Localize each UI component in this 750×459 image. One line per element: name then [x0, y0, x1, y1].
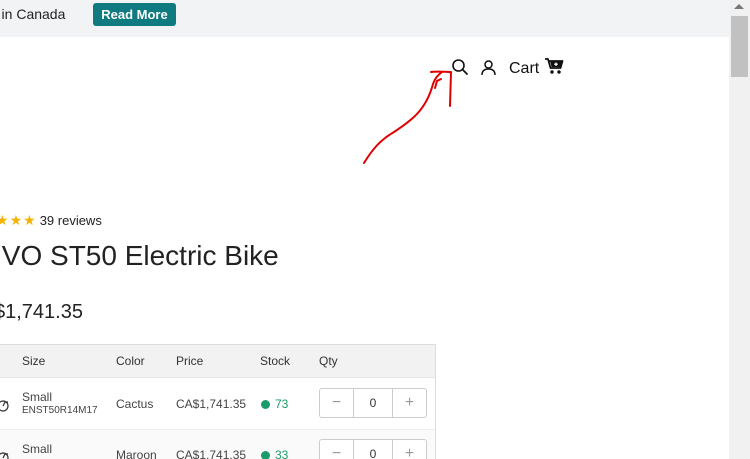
- review-count[interactable]: 39 reviews: [40, 213, 102, 228]
- quantity-stepper: − 0 +: [319, 388, 427, 418]
- quantity-input[interactable]: 0: [353, 389, 393, 417]
- star-icon: ★: [23, 212, 36, 228]
- table-header: Size Color Price Stock Qty: [0, 345, 435, 378]
- variant-size: Small: [22, 390, 53, 404]
- table-row: Small ENST50R14M17 Cactus CA$1,741.35 73…: [0, 378, 435, 429]
- quantity-stepper: − 0 +: [319, 439, 427, 459]
- variant-stock: 73: [261, 397, 288, 411]
- variant-color: Maroon: [116, 448, 157, 459]
- cart-label: Cart: [509, 59, 540, 77]
- star-icon: ★: [0, 212, 9, 228]
- increment-button[interactable]: +: [393, 389, 426, 417]
- column-header-price: Price: [176, 354, 204, 368]
- variant-price: CA$1,741.35: [176, 448, 247, 459]
- bicycle-icon: [0, 396, 11, 417]
- variant-color: Cactus: [116, 397, 154, 411]
- decrement-button[interactable]: −: [320, 440, 353, 459]
- product-price: $1,741.35: [0, 301, 83, 323]
- column-header-stock: Stock: [260, 354, 291, 368]
- shopping-cart-icon: [544, 57, 564, 80]
- cart-button[interactable]: Cart: [509, 57, 564, 80]
- variant-sku: ENST50R14M17: [22, 405, 98, 416]
- account-icon[interactable]: [480, 59, 497, 81]
- product-title: IVO ST50 Electric Bike: [0, 240, 279, 271]
- bicycle-icon: [0, 448, 11, 459]
- column-header-size: Size: [22, 354, 46, 368]
- search-icon[interactable]: [451, 58, 469, 81]
- in-stock-dot-icon: [261, 399, 270, 409]
- increment-button[interactable]: +: [393, 440, 426, 459]
- scroll-up-arrow-icon[interactable]: [734, 4, 744, 9]
- variant-price: CA$1,741.35: [176, 397, 247, 411]
- table-row: Small Maroon CA$1,741.35 33 − 0 +: [0, 429, 435, 459]
- quantity-input[interactable]: 0: [353, 440, 393, 459]
- stock-count: 33: [275, 448, 289, 459]
- rating[interactable]: ★ ★ ★ 39 reviews: [0, 212, 102, 229]
- column-header-color: Color: [116, 354, 145, 368]
- stock-count: 73: [275, 397, 289, 411]
- star-icon: ★: [9, 212, 23, 228]
- column-header-qty: Qty: [319, 354, 338, 368]
- scrollbar-thumb[interactable]: [731, 16, 748, 77]
- announcement-text: ry in Canada: [0, 6, 66, 22]
- decrement-button[interactable]: −: [320, 389, 353, 417]
- scrollbar[interactable]: [729, 0, 750, 459]
- announcement-bar: ry in Canada Read More: [0, 0, 729, 37]
- variant-table: Size Color Price Stock Qty Small ENST50R…: [0, 344, 436, 459]
- in-stock-dot-icon: [261, 450, 270, 459]
- variant-stock: 33: [261, 448, 288, 459]
- variant-size: Small: [22, 442, 53, 456]
- read-more-button[interactable]: Read More: [93, 3, 176, 26]
